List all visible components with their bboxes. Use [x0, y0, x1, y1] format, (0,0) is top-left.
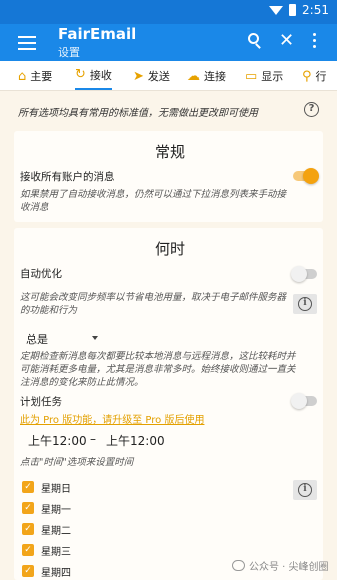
tab-display-label: 显示	[261, 70, 284, 83]
cloud-icon: ☁	[187, 68, 200, 84]
info-icon: i	[298, 297, 312, 311]
tab-main[interactable]: ⌂ 主要	[18, 61, 53, 90]
app-bar: FairEmail 设置 ✕	[0, 24, 337, 61]
tab-behavior-label: 行	[315, 70, 327, 83]
defaults-note: 所有选项均具有常用的标准值，无需做出更改即可使用	[18, 108, 258, 119]
tab-behavior[interactable]: ⚲ 行	[302, 61, 327, 90]
menu-icon[interactable]	[18, 36, 36, 50]
poll-interval-select[interactable]: 总是	[26, 331, 48, 347]
behavior-icon: ⚲	[302, 68, 312, 84]
time-separator: –	[90, 432, 96, 446]
checkbox-checked-icon: ✓	[22, 523, 34, 535]
tab-receive[interactable]: ↻ 接收	[75, 61, 112, 90]
search-icon[interactable]	[248, 32, 264, 50]
day-label: 星期四	[41, 567, 71, 579]
day-checkbox-tuesday[interactable]: ✓ 星期二	[22, 521, 71, 537]
schedule-label: 计划任务	[20, 396, 62, 408]
day-checkbox-monday[interactable]: ✓ 星期一	[22, 500, 71, 516]
general-section-title: 常规	[155, 143, 186, 161]
app-subtitle: 设置	[58, 46, 80, 59]
tab-connection[interactable]: ☁ 连接	[187, 61, 226, 90]
checkbox-checked-icon: ✓	[22, 544, 34, 556]
auto-optimize-switch[interactable]	[291, 266, 317, 282]
checkbox-checked-icon: ✓	[22, 502, 34, 514]
day-label: 星期日	[41, 483, 71, 495]
tab-send-label: 发送	[147, 70, 170, 83]
watermark-text: 公众号 · 尖峰创圈	[249, 562, 329, 573]
day-checkbox-sunday[interactable]: ✓ 星期日	[22, 479, 71, 495]
more-options-icon[interactable]	[313, 33, 317, 49]
auto-optimize-label: 自动优化	[20, 268, 62, 280]
day-label: 星期三	[41, 546, 71, 558]
day-label: 星期二	[41, 525, 71, 537]
checkbox-checked-icon: ✓	[22, 565, 34, 577]
home-icon: ⌂	[18, 68, 27, 84]
schedule-start-time[interactable]: 上午12:00	[28, 432, 87, 449]
tab-main-label: 主要	[30, 70, 53, 83]
settings-tab-bar: ⌂ 主要 ↻ 接收 ➤ 发送 ☁ 连接 ▭ 显示 ⚲ 行	[0, 61, 337, 91]
time-hint: 点击"时间"选项来设置时间	[20, 457, 134, 468]
app-title: FairEmail	[58, 25, 137, 43]
tab-connection-label: 连接	[204, 70, 226, 83]
send-icon: ➤	[133, 68, 144, 84]
schedule-info-button[interactable]: i	[293, 480, 317, 500]
watermark: 公众号 · 尖峰创圈	[232, 558, 329, 573]
tab-receive-label: 接收	[89, 68, 112, 82]
close-icon[interactable]: ✕	[279, 32, 294, 50]
sync-icon: ↻	[75, 67, 86, 82]
checkbox-checked-icon: ✓	[22, 481, 34, 493]
battery-icon	[289, 4, 297, 16]
status-time: 2:51	[302, 3, 329, 17]
tab-display[interactable]: ▭ 显示	[245, 61, 284, 90]
poll-interval-description: 定期检查新消息每次都要比较本地消息与远程消息，这比较耗时并可能消耗更多电量，尤其…	[20, 351, 296, 388]
info-icon: i	[298, 483, 312, 497]
day-checkbox-thursday[interactable]: ✓ 星期四	[22, 563, 71, 579]
help-icon[interactable]: ?	[304, 102, 319, 117]
when-section-title: 何时	[155, 240, 186, 258]
pro-upgrade-link[interactable]: 此为 Pro 版功能，请升级至 Pro 版后使用	[20, 411, 204, 426]
wechat-icon	[232, 560, 245, 571]
status-bar: 2:51	[0, 0, 337, 24]
schedule-end-time[interactable]: 上午12:00	[106, 432, 165, 449]
auto-optimize-description: 这可能会改变同步频率以节省电池用量，取决于电子邮件服务器的功能和行为	[20, 292, 287, 316]
display-icon: ▭	[245, 68, 258, 84]
tab-send[interactable]: ➤ 发送	[133, 61, 170, 90]
optimize-info-button[interactable]: i	[293, 294, 317, 314]
chevron-down-icon[interactable]	[92, 336, 98, 340]
day-checkbox-wednesday[interactable]: ✓ 星期三	[22, 542, 71, 558]
schedule-switch[interactable]	[291, 393, 317, 409]
wifi-icon	[269, 5, 284, 15]
day-label: 星期一	[41, 504, 71, 516]
poll-label: 接收所有账户的消息	[20, 171, 115, 183]
poll-description: 如果禁用了自动接收消息，仍然可以通过下拉消息列表来手动接收消息	[20, 189, 287, 213]
poll-switch[interactable]	[293, 168, 319, 184]
